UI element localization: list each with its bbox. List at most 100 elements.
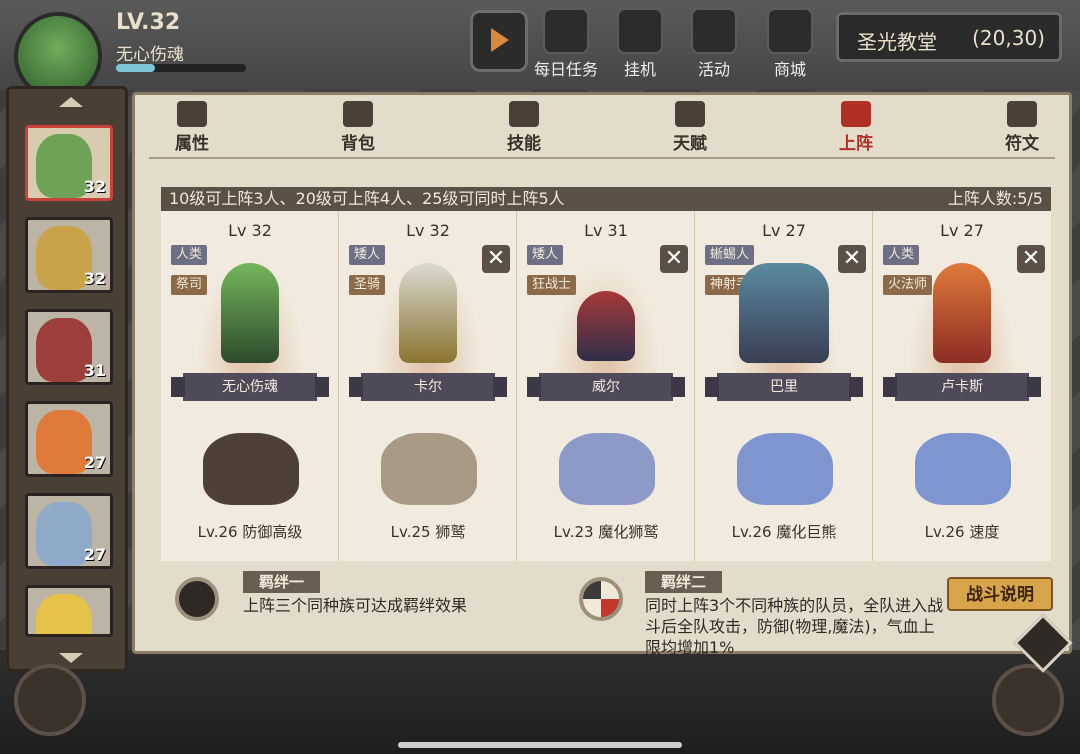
pet-bear-sprite: [203, 433, 299, 505]
tab-label: 背包: [341, 134, 375, 154]
location-coords: (20,30): [972, 26, 1045, 50]
pet-label: Lv.26 防御高级: [197, 523, 303, 541]
tab-talent[interactable]: 天赋: [645, 101, 735, 154]
remove-icon[interactable]: ✕: [660, 245, 688, 273]
tab-bar: 属性 背包 技能 天赋 上阵 符文: [135, 95, 1069, 155]
book-icon: [509, 101, 539, 127]
lineup-rule: 10级可上阵3人、20级可上阵4人、25级可同时上阵5人: [169, 189, 565, 208]
roster-hero-3[interactable]: 31: [25, 309, 113, 385]
remove-icon[interactable]: ✕: [838, 245, 866, 273]
hero-name-ribbon: 无心伤魂: [171, 373, 329, 401]
lineup-panel: 属性 背包 技能 天赋 上阵 符文 10级可上阵3人、20级可上阵4人、25级可…: [132, 92, 1072, 657]
compass-icon[interactable]: [14, 664, 86, 736]
roster-hero-2[interactable]: 32: [25, 217, 113, 293]
roster-level: 27: [83, 453, 106, 472]
coin-bag-icon: [767, 8, 813, 54]
player-level: LV.32: [116, 10, 181, 35]
roster-level: 32: [83, 269, 106, 288]
battle-help-button[interactable]: 战斗说明: [947, 577, 1053, 611]
hero-sprite: [739, 263, 829, 363]
hero-sprite: [399, 263, 457, 363]
tab-attributes[interactable]: 属性: [147, 101, 237, 154]
shop-button[interactable]: 商城: [752, 8, 828, 79]
roster-level: 31: [83, 361, 106, 380]
bond-two-title: 羁绊二: [645, 571, 723, 593]
crossed-swords-icon: [617, 8, 663, 54]
daily-task-button[interactable]: 每日任务: [528, 8, 604, 79]
scroll-up-icon[interactable]: [59, 97, 83, 107]
pet-label: Lv.25 狮鹫: [390, 523, 466, 541]
hero-sprite: [933, 263, 991, 363]
daily-task-label: 每日任务: [533, 60, 598, 79]
pet-bear-sprite: [915, 433, 1011, 505]
location-name: 圣光教堂: [857, 30, 937, 54]
hero-name-ribbon: 威尔: [527, 373, 685, 401]
bond-one-title: 羁绊一: [243, 571, 321, 593]
tab-lineup[interactable]: 上阵: [811, 101, 901, 154]
exp-bar-fill: [116, 64, 155, 72]
hero-name-ribbon: 卢卡斯: [883, 373, 1041, 401]
tab-bag[interactable]: 背包: [313, 101, 403, 154]
hero-sprite: [577, 291, 635, 361]
event-label: 活动: [697, 60, 730, 79]
tab-label: 属性: [175, 134, 209, 154]
hero-name-ribbon: 卡尔: [349, 373, 507, 401]
bond-two-text: 同时上阵3个不同种族的队员，全队进入战斗后全队攻击，防御(物理,魔法)，气血上限…: [645, 596, 944, 657]
roster-hero-5[interactable]: 27: [25, 493, 113, 569]
roster-hero-6[interactable]: [25, 585, 113, 637]
pet-griffin-sprite: [381, 433, 477, 505]
location-panel[interactable]: 圣光教堂 (20,30): [836, 12, 1062, 62]
rune-icon: [1007, 101, 1037, 127]
play-icon[interactable]: [470, 10, 528, 72]
idle-label: 挂机: [623, 60, 656, 79]
roster-hero-1[interactable]: 32: [25, 125, 113, 201]
lineup-slot-3[interactable]: Lv 31 矮人 狂战士 ✕ 威尔 Lv.23 魔化狮鹫: [517, 211, 695, 561]
lineup-slot-2[interactable]: Lv 32 矮人 圣骑 ✕ 卡尔 Lv.25 狮鹫: [339, 211, 517, 561]
hero-face: [36, 594, 92, 634]
scene-bottom: [0, 650, 1080, 754]
bond-one-icon[interactable]: [175, 577, 219, 621]
tab-runes[interactable]: 符文: [977, 101, 1067, 154]
slot-level: Lv 32: [228, 221, 272, 240]
tab-label: 技能: [507, 134, 541, 154]
backpack-icon: [343, 101, 373, 127]
system-home-indicator: [398, 742, 682, 748]
bond-two-icon[interactable]: [579, 577, 623, 621]
lineup-slot-1[interactable]: Lv 32 人类 祭司 无心伤魂 Lv.26 防御高级: [161, 211, 339, 561]
tab-divider: [149, 157, 1055, 159]
pet-corrupted-griffin-sprite: [559, 433, 655, 505]
tab-label: 天赋: [673, 134, 707, 154]
banner-icon: [691, 8, 737, 54]
bond-one-text: 上阵三个同种族可达成羁绊效果: [243, 596, 468, 615]
lineup-banner: 10级可上阵3人、20级可上阵4人、25级可同时上阵5人 上阵人数:5/5: [161, 187, 1051, 211]
tab-label: 符文: [1005, 134, 1039, 154]
flame-icon: [177, 101, 207, 127]
lineup-slot-4[interactable]: Lv 27 蜥蜴人 神射手 ✕ 巴里 Lv.26 魔化巨熊: [695, 211, 873, 561]
exp-bar: [116, 64, 246, 72]
shop-label: 商城: [773, 60, 806, 79]
remove-icon[interactable]: ✕: [1017, 245, 1045, 273]
remove-icon[interactable]: ✕: [482, 245, 510, 273]
home-icon[interactable]: [992, 664, 1064, 736]
pet-label: Lv.26 速度: [924, 523, 1000, 541]
tab-skills[interactable]: 技能: [479, 101, 569, 154]
slot-level: Lv 31: [584, 221, 628, 240]
player-name: 无心伤魂: [116, 45, 184, 65]
pet-label: Lv.26 魔化巨熊: [731, 523, 837, 541]
event-button[interactable]: 活动: [676, 8, 752, 79]
roster-hero-4[interactable]: 27: [25, 401, 113, 477]
idle-button[interactable]: 挂机: [602, 8, 678, 79]
lineup-count: 上阵人数:5/5: [947, 189, 1043, 208]
scroll-icon: [543, 8, 589, 54]
tab-label: 上阵: [839, 134, 873, 154]
lineup-slot-5[interactable]: Lv 27 人类 火法师 ✕ 卢卡斯 Lv.26 速度: [873, 211, 1051, 561]
roster-level: 32: [83, 177, 106, 196]
pet-corrupted-bear-sprite: [737, 433, 833, 505]
roster-level: 27: [83, 545, 106, 564]
lineup-slots: Lv 32 人类 祭司 无心伤魂 Lv.26 防御高级 Lv 32 矮人 圣骑 …: [161, 211, 1051, 561]
crossed-swords-icon: [841, 101, 871, 127]
pet-label: Lv.23 魔化狮鹫: [553, 523, 659, 541]
hero-roster: 32 32 31 27 27: [6, 86, 128, 672]
slot-level: Lv 27: [762, 221, 806, 240]
scroll-down-icon[interactable]: [59, 653, 83, 663]
